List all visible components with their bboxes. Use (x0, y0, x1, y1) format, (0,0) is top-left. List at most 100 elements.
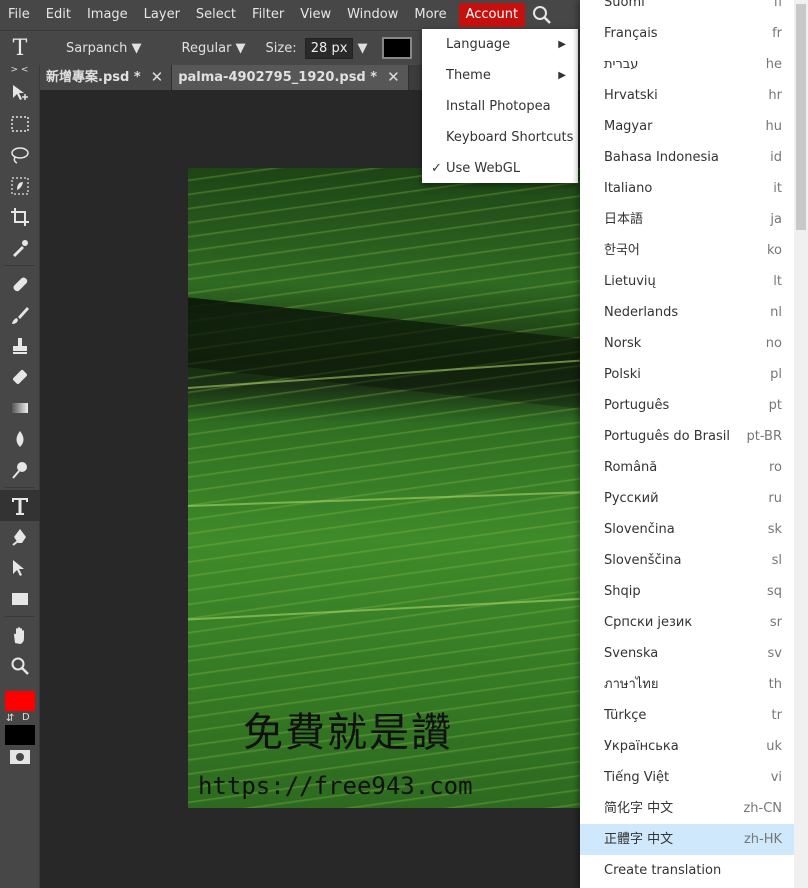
gradient-tool-icon[interactable] (0, 392, 40, 423)
language-item[interactable]: Magyar hu (580, 111, 794, 142)
close-icon[interactable]: ✕ (151, 65, 164, 90)
language-name: 日本語 (604, 212, 644, 227)
language-item[interactable]: Hrvatski hr (580, 80, 794, 111)
clone-stamp-tool-icon[interactable] (0, 330, 40, 361)
background-color-swatch[interactable] (5, 725, 35, 745)
dodge-tool-icon[interactable] (0, 454, 40, 485)
language-item[interactable]: 한국어 ko (580, 235, 794, 266)
checkmark-icon: ✓ (431, 161, 442, 176)
language-code: hr (768, 88, 782, 103)
language-item[interactable]: Svenska sv (580, 638, 794, 669)
scrollbar-thumb[interactable] (796, 4, 806, 230)
brush-tool-icon[interactable] (0, 299, 40, 330)
path-selection-tool-icon[interactable] (0, 552, 40, 583)
language-item[interactable]: Русский ru (580, 483, 794, 514)
language-item[interactable]: Tiếng Việt vi (580, 762, 794, 793)
menu-edit[interactable]: Edit (38, 0, 79, 30)
hand-tool-icon[interactable] (0, 619, 40, 650)
language-item[interactable]: Bahasa Indonesia id (580, 142, 794, 173)
font-style-select[interactable]: Regular ▼ (182, 41, 246, 56)
pen-tool-icon[interactable] (0, 521, 40, 552)
menu-window[interactable]: Window (339, 0, 406, 30)
font-size-control[interactable]: Size: 28 px ▼ (265, 37, 368, 59)
healing-brush-tool-icon[interactable] (0, 268, 40, 299)
menu-item-shortcuts[interactable]: Keyboard Shortcuts (422, 122, 578, 153)
toolbar-divider (4, 265, 35, 266)
submenu-arrow-icon: ▶ (558, 70, 566, 81)
font-size-label: Size: (265, 40, 297, 56)
collapse-toolbar-icon[interactable]: > < (0, 65, 39, 77)
tab-palma[interactable]: palma-4902795_1920.psd * ✕ (172, 65, 409, 90)
leaf-shadow (188, 297, 580, 409)
menu-more[interactable]: More (406, 0, 454, 30)
menu-item-theme[interactable]: Theme ▶ (422, 60, 578, 91)
language-item[interactable]: Português pt (580, 390, 794, 421)
language-item[interactable]: עברית he (580, 49, 794, 80)
blur-tool-icon[interactable] (0, 423, 40, 454)
crop-tool-icon[interactable] (0, 201, 40, 232)
language-item[interactable]: Српски језик sr (580, 607, 794, 638)
language-item[interactable]: 正體字 中文 zh-HK (580, 824, 794, 855)
language-item[interactable]: Français fr (580, 18, 794, 49)
language-name: Nederlands (604, 305, 679, 320)
document-canvas[interactable]: 免費就是讚 https://free943.com (188, 168, 580, 808)
quick-selection-tool-icon[interactable] (0, 170, 40, 201)
menu-view[interactable]: View (292, 0, 339, 30)
language-item[interactable]: Shqip sq (580, 576, 794, 607)
language-name: Português do Brasil (604, 429, 730, 444)
search-icon[interactable] (529, 0, 555, 30)
rectangle-tool-icon[interactable] (0, 583, 40, 614)
language-item[interactable]: Suomi fi (580, 0, 794, 18)
menu-item-language[interactable]: Language ▶ (422, 29, 578, 60)
language-item[interactable]: Create translation (580, 855, 794, 886)
eraser-tool-icon[interactable] (0, 361, 40, 392)
language-item[interactable]: Українська uk (580, 731, 794, 762)
language-item[interactable]: Norsk no (580, 328, 794, 359)
language-code: sr (769, 615, 782, 630)
menu-file[interactable]: File (0, 0, 38, 30)
language-code: nl (770, 305, 782, 320)
move-tool-icon[interactable] (0, 77, 40, 108)
language-code: no (765, 336, 782, 351)
language-item[interactable]: Türkçe tr (580, 700, 794, 731)
tab-new-project[interactable]: 新增專案.psd * ✕ (40, 65, 173, 90)
default-colors-icon[interactable]: D (22, 712, 30, 723)
leaf-edge (188, 490, 580, 508)
language-code: pl (770, 367, 782, 382)
language-item[interactable]: Lietuvių lt (580, 266, 794, 297)
menu-image[interactable]: Image (79, 0, 136, 30)
swap-colors-icon[interactable]: ⇵ (6, 713, 14, 724)
language-item[interactable]: Português do Brasil pt-BR (580, 421, 794, 452)
menu-filter[interactable]: Filter (244, 0, 292, 30)
zoom-tool-icon[interactable] (0, 650, 40, 681)
foreground-color-swatch[interactable] (5, 691, 35, 711)
language-item[interactable]: Nederlands nl (580, 297, 794, 328)
language-item[interactable]: Slovenčina sk (580, 514, 794, 545)
language-item[interactable]: Polski pl (580, 359, 794, 390)
menu-item-webgl[interactable]: ✓ Use WebGL (422, 153, 578, 184)
language-item[interactable]: ภาษาไทย th (580, 669, 794, 700)
menu-item-label: Theme (446, 68, 491, 83)
quick-mask-icon[interactable] (10, 750, 30, 768)
type-tool-icon[interactable] (0, 490, 40, 521)
close-icon[interactable]: ✕ (387, 65, 400, 90)
type-tool-icon: T (12, 35, 28, 61)
font-family-select[interactable]: Sarpanch ▼ (66, 41, 142, 56)
language-item[interactable]: Slovenščina sl (580, 545, 794, 576)
menu-account[interactable]: Account (458, 3, 526, 27)
eyedropper-tool-icon[interactable] (0, 232, 40, 263)
language-code: it (773, 181, 782, 196)
language-item[interactable]: Română ro (580, 452, 794, 483)
font-size-arrow-icon[interactable]: ▼ (358, 41, 368, 56)
language-item[interactable]: Italiano it (580, 173, 794, 204)
language-item[interactable]: 简化字 中文 zh-CN (580, 793, 794, 824)
marquee-tool-icon[interactable] (0, 108, 40, 139)
font-size-input[interactable]: 28 px (304, 37, 354, 59)
text-color-swatch[interactable] (381, 37, 412, 59)
menu-select[interactable]: Select (188, 0, 244, 30)
menu-layer[interactable]: Layer (136, 0, 188, 30)
toolbar-divider (4, 616, 35, 617)
lasso-tool-icon[interactable] (0, 139, 40, 170)
language-item[interactable]: 日本語 ja (580, 204, 794, 235)
menu-item-install[interactable]: Install Photopea (422, 91, 578, 122)
